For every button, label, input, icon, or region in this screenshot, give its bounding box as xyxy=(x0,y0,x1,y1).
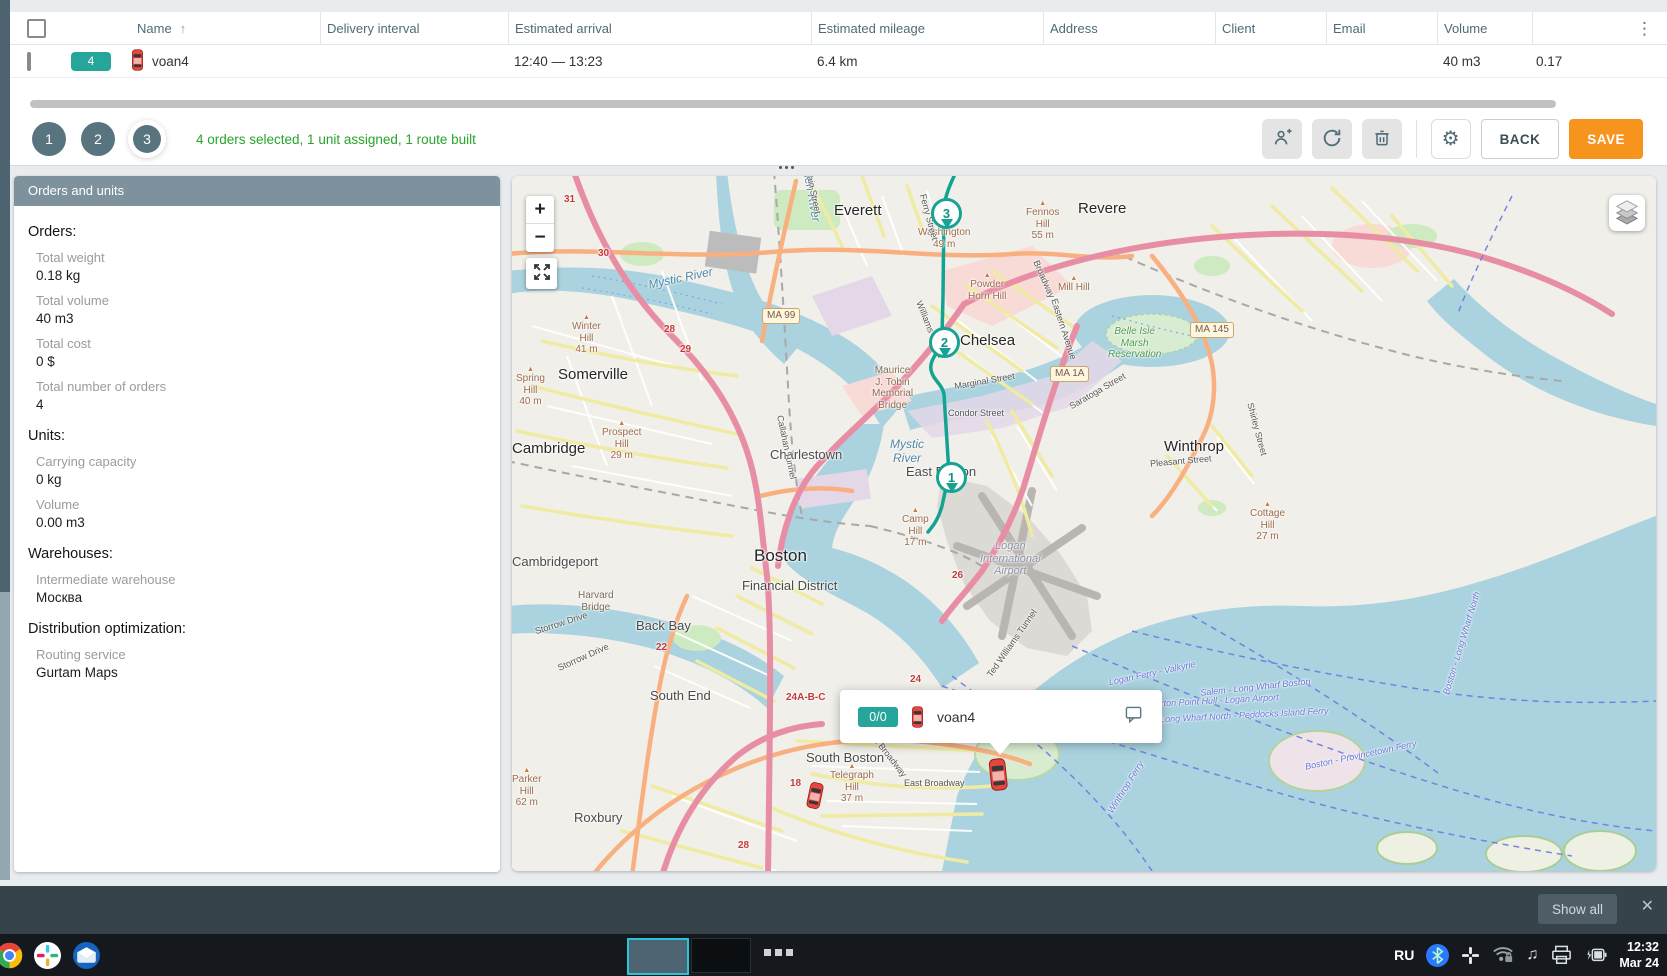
layers-button[interactable] xyxy=(1609,195,1645,231)
divider xyxy=(1416,120,1417,158)
section-heading-orders: Orders: xyxy=(28,224,500,240)
orders-table: Name ↑ Delivery interval Estimated arriv… xyxy=(10,12,1667,113)
table-row[interactable]: 4 voan4 12:40 — 13:23 6.4 km 40 m3 0.17 xyxy=(10,45,1667,78)
column-header-email[interactable]: Email xyxy=(1326,12,1437,44)
slack-icon[interactable] xyxy=(34,942,61,969)
cell-weight: 0.17 xyxy=(1532,54,1667,69)
workspace-preview-active[interactable] xyxy=(627,938,689,975)
splitter-handle[interactable] xyxy=(779,166,794,169)
clock-time: 12:32 xyxy=(1619,939,1659,955)
refresh-button[interactable] xyxy=(1312,119,1352,159)
route-stop-marker[interactable]: 1 xyxy=(936,462,967,493)
map-canvas[interactable]: EverettRevereChelseaSomervilleCambridgeW… xyxy=(512,176,1656,871)
zoom-in-button[interactable]: + xyxy=(526,196,554,224)
select-all-checkbox[interactable] xyxy=(27,19,46,38)
expand-arrows-icon xyxy=(533,263,551,284)
chrome-icon[interactable] xyxy=(0,942,23,969)
summary-item: Total weight 0.18 kg xyxy=(36,250,500,283)
unit-name: voan4 xyxy=(937,709,975,725)
bluetooth-icon[interactable] xyxy=(1426,944,1449,967)
unit-name: voan4 xyxy=(152,54,189,69)
section-heading-units: Units: xyxy=(28,428,500,444)
back-button[interactable]: BACK xyxy=(1481,119,1560,159)
show-all-button[interactable]: Show all xyxy=(1538,894,1617,924)
music-icon[interactable]: ♫ xyxy=(1526,946,1538,964)
summary-item: Total cost 0 $ xyxy=(36,336,500,369)
orders-units-panel: Orders and units Orders: Total weight 0.… xyxy=(14,176,500,872)
column-header-label: Name xyxy=(137,21,172,36)
route-stop-marker[interactable]: 3 xyxy=(931,198,962,229)
column-header-estimated-mileage[interactable]: Estimated mileage xyxy=(811,12,1043,44)
orders-count-badge: 4 xyxy=(71,52,111,71)
printer-icon[interactable] xyxy=(1550,945,1573,965)
table-header-row: Name ↑ Delivery interval Estimated arriv… xyxy=(10,12,1667,45)
column-header-address[interactable]: Address xyxy=(1043,12,1215,44)
status-text: 4 orders selected, 1 unit assigned, 1 ro… xyxy=(196,132,476,147)
assign-unit-button[interactable] xyxy=(1262,119,1302,159)
battery-icon[interactable] xyxy=(1585,948,1607,962)
column-header-estimated-arrival[interactable]: Estimated arrival xyxy=(508,12,811,44)
clock-date: Mar 24 xyxy=(1619,955,1659,971)
column-header-name[interactable]: Name ↑ xyxy=(60,12,320,44)
step-3-active[interactable]: 3 xyxy=(133,125,161,153)
save-button[interactable]: SAVE xyxy=(1569,119,1643,159)
refresh-icon xyxy=(1321,127,1343,152)
trash-icon xyxy=(1372,128,1392,151)
clock[interactable]: 12:32 Mar 24 xyxy=(1619,939,1659,972)
unit-popup[interactable]: 0/0 voan4 xyxy=(840,690,1162,743)
keyboard-layout-indicator[interactable]: RU xyxy=(1394,947,1414,963)
zoom-out-button[interactable]: − xyxy=(526,224,554,252)
step-2[interactable]: 2 xyxy=(81,122,115,156)
summary-item: Routing service Gurtam Maps xyxy=(36,647,500,680)
thunderbird-icon[interactable] xyxy=(72,941,101,970)
sort-ascending-icon[interactable]: ↑ xyxy=(180,21,187,36)
cell-estimated-mileage: 6.4 km xyxy=(811,54,1043,69)
settings-button[interactable]: ⚙ xyxy=(1431,119,1471,159)
stepper-bar: 1 2 3 4 orders selected, 1 unit assigned… xyxy=(10,113,1667,166)
desktop-overlay-bar: Show all ✕ xyxy=(0,886,1667,934)
summary-item: Carrying capacity 0 kg xyxy=(36,454,500,487)
layers-icon xyxy=(1614,198,1640,229)
chat-icon[interactable] xyxy=(1125,706,1144,729)
step-1[interactable]: 1 xyxy=(32,122,66,156)
horizontal-scrollbar[interactable] xyxy=(30,100,1556,108)
person-pin-plus-icon xyxy=(1271,127,1293,152)
vertical-scrollbar-thumb[interactable] xyxy=(0,0,10,592)
summary-item: Total number of orders 4 xyxy=(36,379,500,412)
row-checkbox[interactable] xyxy=(27,52,31,71)
summary-item: Total volume 40 m3 xyxy=(36,293,500,326)
section-heading-warehouses: Warehouses: xyxy=(28,546,500,562)
column-header-delivery-interval[interactable]: Delivery interval xyxy=(320,12,508,44)
delete-button[interactable] xyxy=(1362,119,1402,159)
summary-item: Intermediate warehouse Москва xyxy=(36,572,500,605)
wifi-lock-icon[interactable] xyxy=(1492,946,1514,963)
unit-progress-badge: 0/0 xyxy=(858,707,898,727)
taskbar: RU ♫ 12:32 Mar 24 xyxy=(0,934,1667,976)
fullscreen-button[interactable] xyxy=(526,258,557,289)
summary-item: Volume 0.00 m3 xyxy=(36,497,500,530)
cell-estimated-arrival: 12:40 — 13:23 xyxy=(508,54,811,69)
workspace-more-icon[interactable] xyxy=(764,949,793,956)
workspace-preview[interactable] xyxy=(691,938,751,973)
vehicle-icon xyxy=(911,706,924,728)
slack-tray-icon[interactable] xyxy=(1461,946,1480,965)
cell-volume: 40 m3 xyxy=(1437,54,1532,69)
column-header-volume[interactable]: Volume xyxy=(1437,12,1532,44)
vertical-scrollbar[interactable] xyxy=(0,0,10,880)
vehicle-icon xyxy=(131,49,144,74)
gear-icon: ⚙ xyxy=(1442,129,1460,149)
panel-title: Orders and units xyxy=(14,176,500,206)
close-icon[interactable]: ✕ xyxy=(1641,899,1654,915)
route-stop-marker[interactable]: 2 xyxy=(929,327,960,358)
table-menu-icon[interactable]: ⋮ xyxy=(1636,19,1653,39)
section-heading-distribution: Distribution optimization: xyxy=(28,621,500,637)
column-header-client[interactable]: Client xyxy=(1215,12,1326,44)
